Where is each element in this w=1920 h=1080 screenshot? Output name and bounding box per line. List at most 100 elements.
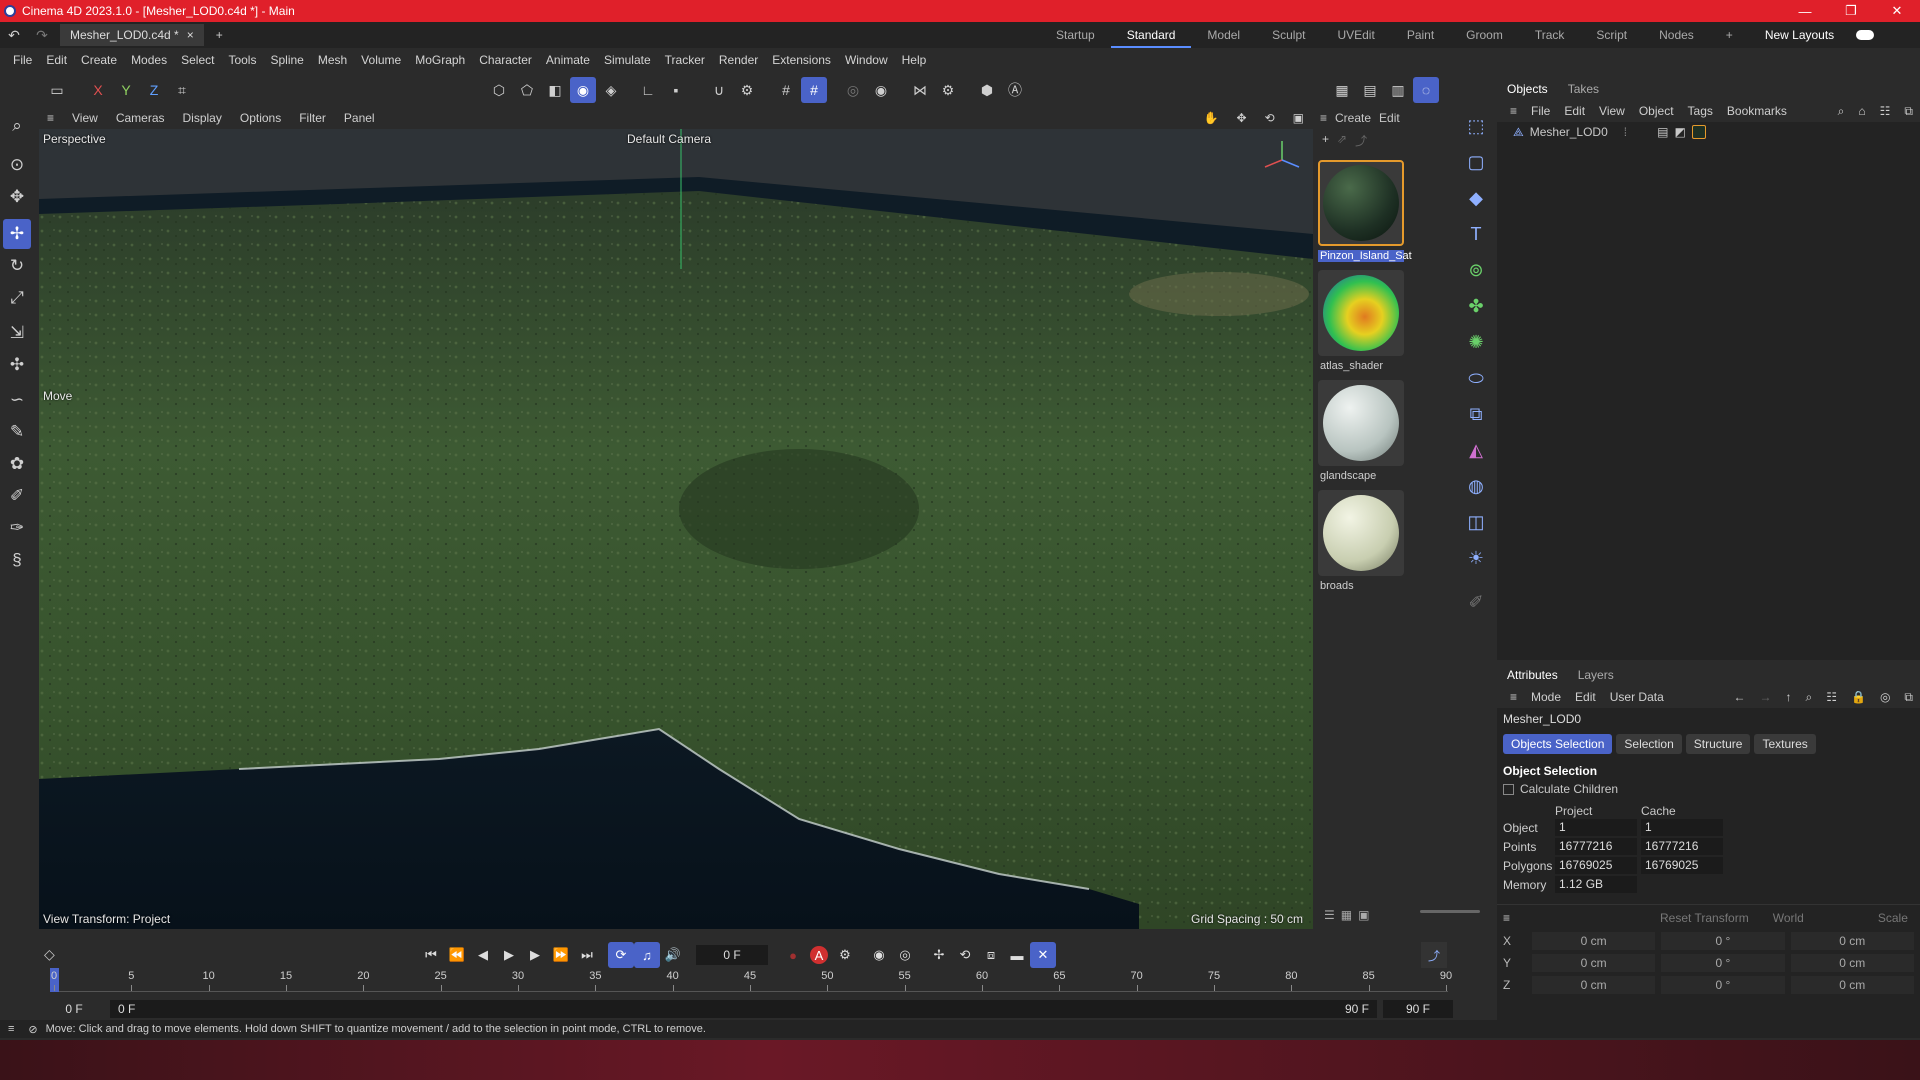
- menu-help[interactable]: Help: [895, 53, 934, 67]
- current-frame-field[interactable]: 0 F: [696, 945, 768, 965]
- dolly-icon[interactable]: ✥: [1228, 111, 1256, 125]
- pan-icon[interactable]: ✋: [1195, 111, 1228, 125]
- visibility-dots-icon[interactable]: ⁞: [1624, 125, 1627, 139]
- search-icon[interactable]: ⌕: [1798, 690, 1819, 705]
- grid-icon[interactable]: #: [773, 77, 799, 103]
- render-picture-viewer-icon[interactable]: ▤: [1357, 77, 1383, 103]
- filter-icon[interactable]: ☷: [1819, 690, 1844, 704]
- objects-menu-object[interactable]: Object: [1632, 104, 1681, 118]
- material-item[interactable]: glandscape: [1318, 380, 1404, 482]
- tab-objects[interactable]: Objects: [1497, 82, 1558, 96]
- menu-mograph[interactable]: MoGraph: [408, 53, 472, 67]
- redshift-icon[interactable]: ◌: [1413, 77, 1439, 103]
- deformer-icon[interactable]: ⬭: [1462, 362, 1490, 394]
- position-field[interactable]: 0 cm: [1531, 954, 1656, 972]
- object-row[interactable]: ⟁ Mesher_LOD0 ⁞ ▤ ◩: [1497, 122, 1920, 142]
- subtab-textures[interactable]: Textures: [1754, 734, 1816, 754]
- keyframe-diamond-icon[interactable]: ◇: [44, 946, 55, 963]
- tweak-tool-icon[interactable]: ✥: [3, 182, 31, 212]
- hide-icon[interactable]: ⬢: [974, 77, 1000, 103]
- layout-tab-paint[interactable]: Paint: [1391, 22, 1450, 48]
- size-field[interactable]: 0 cm: [1790, 976, 1914, 994]
- key-rotation-icon[interactable]: ◎: [892, 942, 918, 968]
- position-field[interactable]: 0 cm: [1531, 976, 1656, 994]
- light-icon[interactable]: ☀: [1462, 542, 1490, 574]
- viewport-menu-view[interactable]: View: [63, 111, 107, 125]
- sculpt-icon[interactable]: ✿: [3, 449, 31, 479]
- material-menu-icon[interactable]: ≡: [1320, 111, 1327, 125]
- symmetry-icon[interactable]: ⋈: [907, 77, 933, 103]
- text-spline-icon[interactable]: T: [1462, 218, 1490, 250]
- restore-button[interactable]: ❐: [1828, 0, 1874, 22]
- object-name[interactable]: Mesher_LOD0: [1530, 125, 1608, 139]
- objects-menu-icon[interactable]: ≡: [1503, 104, 1524, 118]
- attributes-menu-mode[interactable]: Mode: [1524, 690, 1568, 704]
- home-icon[interactable]: ⌂: [1851, 104, 1872, 118]
- 3d-viewport[interactable]: Perspective Default Camera Move View Tra…: [39, 129, 1313, 929]
- objects-menu-view[interactable]: View: [1592, 104, 1632, 118]
- select-tool-icon[interactable]: ⊙: [3, 150, 31, 180]
- lock-z-axis-button[interactable]: Z: [141, 77, 167, 103]
- new-window-icon[interactable]: ⧉: [1897, 690, 1920, 705]
- phong-tag-icon[interactable]: ▤: [1657, 125, 1668, 139]
- knife-icon[interactable]: ✑: [3, 513, 31, 543]
- layout-tab-groom[interactable]: Groom: [1450, 22, 1519, 48]
- menu-select[interactable]: Select: [174, 53, 221, 67]
- menu-render[interactable]: Render: [712, 53, 765, 67]
- status-menu-icon[interactable]: ≡: [8, 1023, 14, 1035]
- solo-settings-icon[interactable]: ◉: [868, 77, 894, 103]
- loop-icon[interactable]: ⟳: [608, 942, 634, 968]
- field-icon[interactable]: ⧉: [1462, 398, 1490, 430]
- model-mode-icon[interactable]: ◉: [570, 77, 596, 103]
- key-position-icon[interactable]: ◉: [866, 942, 892, 968]
- menu-simulate[interactable]: Simulate: [597, 53, 658, 67]
- render-settings-icon[interactable]: ▥: [1385, 77, 1411, 103]
- calculate-children-row[interactable]: Calculate Children: [1497, 780, 1920, 798]
- objects-menu-tags[interactable]: Tags: [1681, 104, 1720, 118]
- coordinates-menu-icon[interactable]: ≡: [1503, 911, 1510, 925]
- menu-tools[interactable]: Tools: [221, 53, 263, 67]
- material-preview[interactable]: [1318, 270, 1404, 356]
- menu-tracker[interactable]: Tracker: [658, 53, 712, 67]
- calculate-children-checkbox[interactable]: [1503, 783, 1514, 795]
- material-name[interactable]: broads: [1318, 580, 1404, 592]
- menu-spline[interactable]: Spline: [263, 53, 310, 67]
- lock-x-axis-button[interactable]: X: [85, 77, 111, 103]
- transfer-tool-icon[interactable]: ⇲: [3, 318, 31, 348]
- material-name[interactable]: atlas_shader: [1318, 360, 1404, 372]
- key-param-icon[interactable]: ⧈: [978, 942, 1004, 968]
- objects-menu-edit[interactable]: Edit: [1557, 104, 1592, 118]
- size-field[interactable]: 0 cm: [1790, 954, 1914, 972]
- filter-icon[interactable]: ☷: [1873, 104, 1898, 118]
- material-name[interactable]: glandscape: [1318, 470, 1404, 482]
- polygons-mode-icon[interactable]: ◧: [542, 77, 568, 103]
- material-size-slider[interactable]: [1420, 910, 1480, 913]
- paint-select-icon[interactable]: ✎: [3, 417, 31, 447]
- edges-mode-icon[interactable]: ⬠: [514, 77, 540, 103]
- close-tab-icon[interactable]: ×: [187, 28, 194, 42]
- key-pla-icon[interactable]: ▬: [1004, 942, 1030, 968]
- cube-icon[interactable]: ◆: [1462, 182, 1490, 214]
- environment-icon[interactable]: ◍: [1462, 470, 1490, 502]
- next-frame-icon[interactable]: ▶: [522, 942, 548, 968]
- back-arrow-icon[interactable]: ←: [1726, 690, 1752, 704]
- add-material-icon[interactable]: +: [1322, 132, 1329, 149]
- new-layouts-button[interactable]: New Layouts: [1749, 22, 1850, 48]
- link-material-icon[interactable]: ⇗: [1337, 132, 1347, 149]
- attributes-menu-user-data[interactable]: User Data: [1603, 690, 1671, 704]
- grid-view-icon[interactable]: ▦: [1341, 908, 1352, 922]
- material-menu-edit[interactable]: Edit: [1379, 111, 1400, 125]
- up-arrow-icon[interactable]: ↑: [1778, 690, 1798, 704]
- layout-tab-nodes[interactable]: Nodes: [1643, 22, 1710, 48]
- tab-attributes[interactable]: Attributes: [1497, 668, 1568, 682]
- uvw-tag-icon[interactable]: ◩: [1674, 125, 1685, 139]
- material-tag-icon[interactable]: [1691, 125, 1706, 139]
- reset-transform-button[interactable]: Reset Transform: [1660, 911, 1749, 925]
- material-preview[interactable]: [1318, 160, 1404, 246]
- layout-tab-model[interactable]: Model: [1191, 22, 1256, 48]
- camera-object-icon[interactable]: ⬚: [1462, 110, 1490, 142]
- material-preview[interactable]: [1318, 490, 1404, 576]
- key-move-icon[interactable]: ✢: [926, 942, 952, 968]
- undo-icon[interactable]: ↶: [1, 22, 27, 48]
- material-item[interactable]: atlas_shader: [1318, 270, 1404, 372]
